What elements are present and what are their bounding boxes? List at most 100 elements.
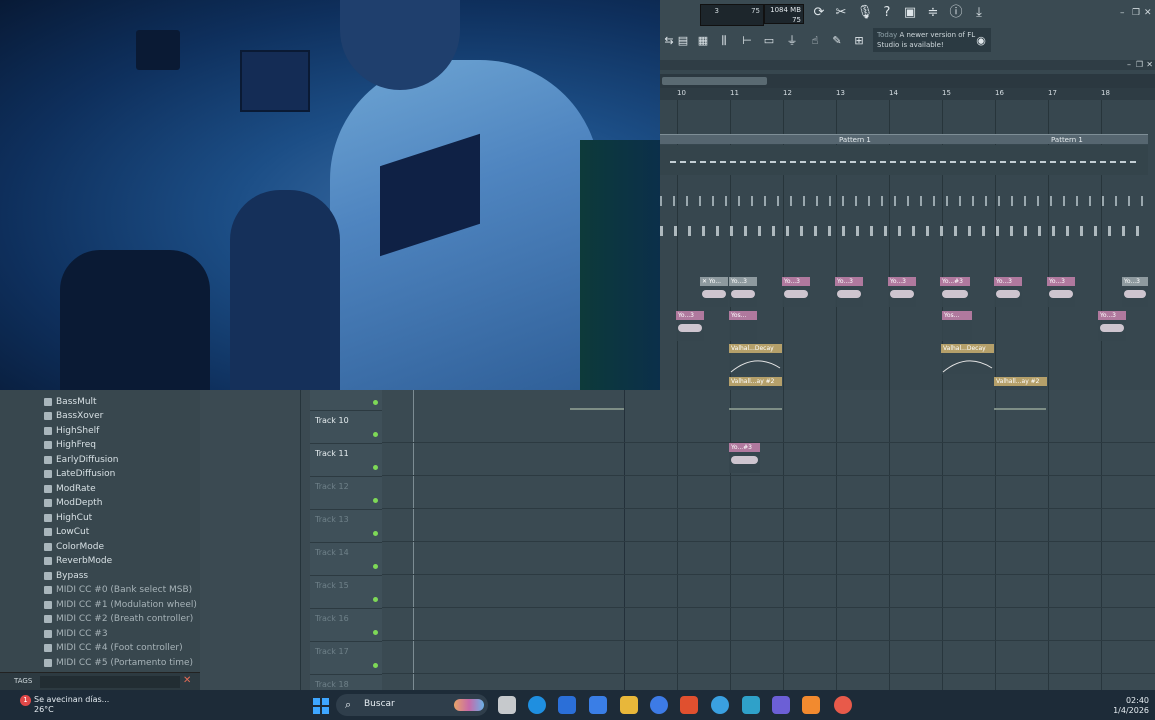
audio-clip[interactable]: Yo...3 xyxy=(1098,311,1126,341)
track-header[interactable]: Track 11 xyxy=(310,443,382,477)
close-icon[interactable]: ✕ xyxy=(1144,8,1152,18)
pattern-clip[interactable] xyxy=(660,134,836,144)
touch-icon[interactable]: ☝ xyxy=(806,32,824,50)
audio-clip[interactable]: ✕ Yo... xyxy=(700,277,728,307)
playlist-close-icon[interactable]: ✕ xyxy=(1146,60,1153,69)
channel-rack-icon[interactable]: ▦ xyxy=(694,32,712,50)
track-led[interactable] xyxy=(373,432,378,437)
browser-item[interactable]: Bypass xyxy=(44,569,88,583)
audio-clip[interactable]: Yo...3 xyxy=(729,277,757,307)
audio-clip[interactable]: Yos... xyxy=(729,311,757,341)
track-header[interactable]: Track 13 xyxy=(310,509,382,543)
browser-item[interactable]: EarlyDiffusion xyxy=(44,453,118,467)
track-header[interactable]: Track 15 xyxy=(310,575,382,609)
windows-start-icon[interactable] xyxy=(313,698,329,714)
automation-clip[interactable]: Valhal...Decay xyxy=(941,344,994,374)
browser-item[interactable]: ReverbMode xyxy=(44,554,112,568)
audio-clip[interactable]: Yo...#3 xyxy=(729,443,760,473)
playlist-scrollbar[interactable] xyxy=(660,74,1155,88)
microphone-icon[interactable]: 🎙 xyxy=(856,4,874,22)
tools-icon[interactable]: ✎ xyxy=(828,32,846,50)
save-icon[interactable]: ▣ xyxy=(901,4,919,22)
help-icon[interactable]: ? xyxy=(878,4,896,22)
tempo-display[interactable]: 3 75 xyxy=(700,4,764,26)
playlist-minimize-icon[interactable]: – xyxy=(1127,60,1131,69)
track-led[interactable] xyxy=(373,465,378,470)
minimize-icon[interactable]: – xyxy=(1120,8,1125,18)
scissors-icon[interactable]: ✂ xyxy=(832,4,850,22)
browser-item[interactable]: MIDI CC #2 (Breath controller) xyxy=(44,612,193,626)
track-header[interactable]: Track 10 xyxy=(310,410,382,444)
track-header[interactable]: Track 12 xyxy=(310,476,382,510)
playlist-restore-icon[interactable]: ❐ xyxy=(1136,60,1143,69)
grid-icon[interactable]: ⊞ xyxy=(850,32,868,50)
photos-icon[interactable] xyxy=(742,696,760,714)
track-led[interactable] xyxy=(373,400,378,405)
track-led[interactable] xyxy=(373,531,378,536)
browser-item[interactable]: BassXover xyxy=(44,409,103,423)
audio-clip[interactable]: Yo...3 xyxy=(835,277,863,307)
browser-item[interactable]: ModDepth xyxy=(44,496,102,510)
audio-clip[interactable]: Yo...#3 xyxy=(940,277,970,307)
tags-input[interactable] xyxy=(40,676,180,688)
audio-clip[interactable]: Yo...3 xyxy=(888,277,916,307)
copilot-icon[interactable] xyxy=(650,696,668,714)
pattern-clip[interactable]: Pattern 1 xyxy=(836,134,1048,144)
track-led[interactable] xyxy=(373,630,378,635)
audio-clip[interactable]: Yos... xyxy=(942,311,972,341)
refresh-icon[interactable]: ⟳ xyxy=(810,4,828,22)
track-led[interactable] xyxy=(373,663,378,668)
plug-icon[interactable]: ⏚ xyxy=(783,32,801,50)
browser-item[interactable]: ColorMode xyxy=(44,540,104,554)
browser-item[interactable]: LowCut xyxy=(44,525,89,539)
taskbar-search[interactable]: ⌕ Buscar xyxy=(336,694,488,716)
chrome-icon[interactable] xyxy=(711,696,729,714)
mail-icon[interactable] xyxy=(589,696,607,714)
tags-clear-icon[interactable]: ✕ xyxy=(183,675,191,686)
teams-icon[interactable] xyxy=(772,696,790,714)
edge-icon[interactable] xyxy=(528,696,546,714)
track-led[interactable] xyxy=(373,564,378,569)
brave-icon[interactable] xyxy=(680,696,698,714)
track-led[interactable] xyxy=(373,597,378,602)
audio-clip[interactable]: Yo...3 xyxy=(782,277,810,307)
system-clock[interactable]: 02:40 1/4/2026 xyxy=(1113,696,1149,716)
audio-clip[interactable]: Yo...3 xyxy=(994,277,1022,307)
track-led[interactable] xyxy=(373,498,378,503)
browser-item[interactable]: HighShelf xyxy=(44,424,99,438)
track-header[interactable]: Track 14 xyxy=(310,542,382,576)
playlist-grid-lower[interactable]: Yo...#3 xyxy=(382,390,1155,690)
plugin-icon[interactable]: ▭ xyxy=(760,32,778,50)
audio-clip-partial[interactable] xyxy=(570,402,624,410)
restore-icon[interactable]: ❐ xyxy=(1132,8,1140,18)
task-view-icon[interactable] xyxy=(498,696,516,714)
automation-clip[interactable]: Valhal...Decay xyxy=(729,344,782,374)
fl-studio-icon[interactable] xyxy=(802,696,820,714)
track-header[interactable]: Track 18 xyxy=(310,674,382,691)
mixer-view-icon[interactable]: ⫼ xyxy=(715,32,733,50)
browser-item[interactable]: HighFreq xyxy=(44,438,96,452)
browser-item[interactable]: LateDiffusion xyxy=(44,467,115,481)
audio-clip[interactable]: Yo...3 xyxy=(1047,277,1075,307)
info-icon[interactable]: ⓘ xyxy=(947,4,965,22)
audio-clip[interactable]: Yo...3 xyxy=(676,311,704,341)
timeline-ruler[interactable]: 10 11 12 13 14 15 16 17 18 xyxy=(660,88,1155,100)
browser-item[interactable]: MIDI CC #5 (Portamento time) xyxy=(44,656,193,670)
pattern-clip[interactable]: Pattern 1 xyxy=(1048,134,1148,144)
mixer-icon[interactable]: ≑ xyxy=(924,4,942,22)
browser-item[interactable]: BassMult xyxy=(44,395,97,409)
obs-icon[interactable] xyxy=(834,696,852,714)
browser-item[interactable]: MIDI CC #4 (Foot controller) xyxy=(44,641,183,655)
browser-item[interactable]: MIDI CC #0 (Bank select MSB) xyxy=(44,583,192,597)
track-header[interactable]: Track 16 xyxy=(310,608,382,642)
browser-item[interactable]: ModRate xyxy=(44,482,96,496)
browser-icon[interactable]: ⊢ xyxy=(738,32,756,50)
browser-item[interactable]: HighCut xyxy=(44,511,92,525)
track-header[interactable] xyxy=(310,390,382,411)
pianoroll-icon[interactable]: ▤ xyxy=(674,32,692,50)
weather-widget[interactable]: 1 Se avecinan días... 26°C xyxy=(20,695,109,715)
download-icon[interactable]: ⤓ xyxy=(970,4,988,22)
audio-clip[interactable]: Yo...3 xyxy=(1122,277,1148,307)
file-explorer-icon[interactable] xyxy=(620,696,638,714)
browser-item[interactable]: MIDI CC #3 xyxy=(44,627,108,641)
